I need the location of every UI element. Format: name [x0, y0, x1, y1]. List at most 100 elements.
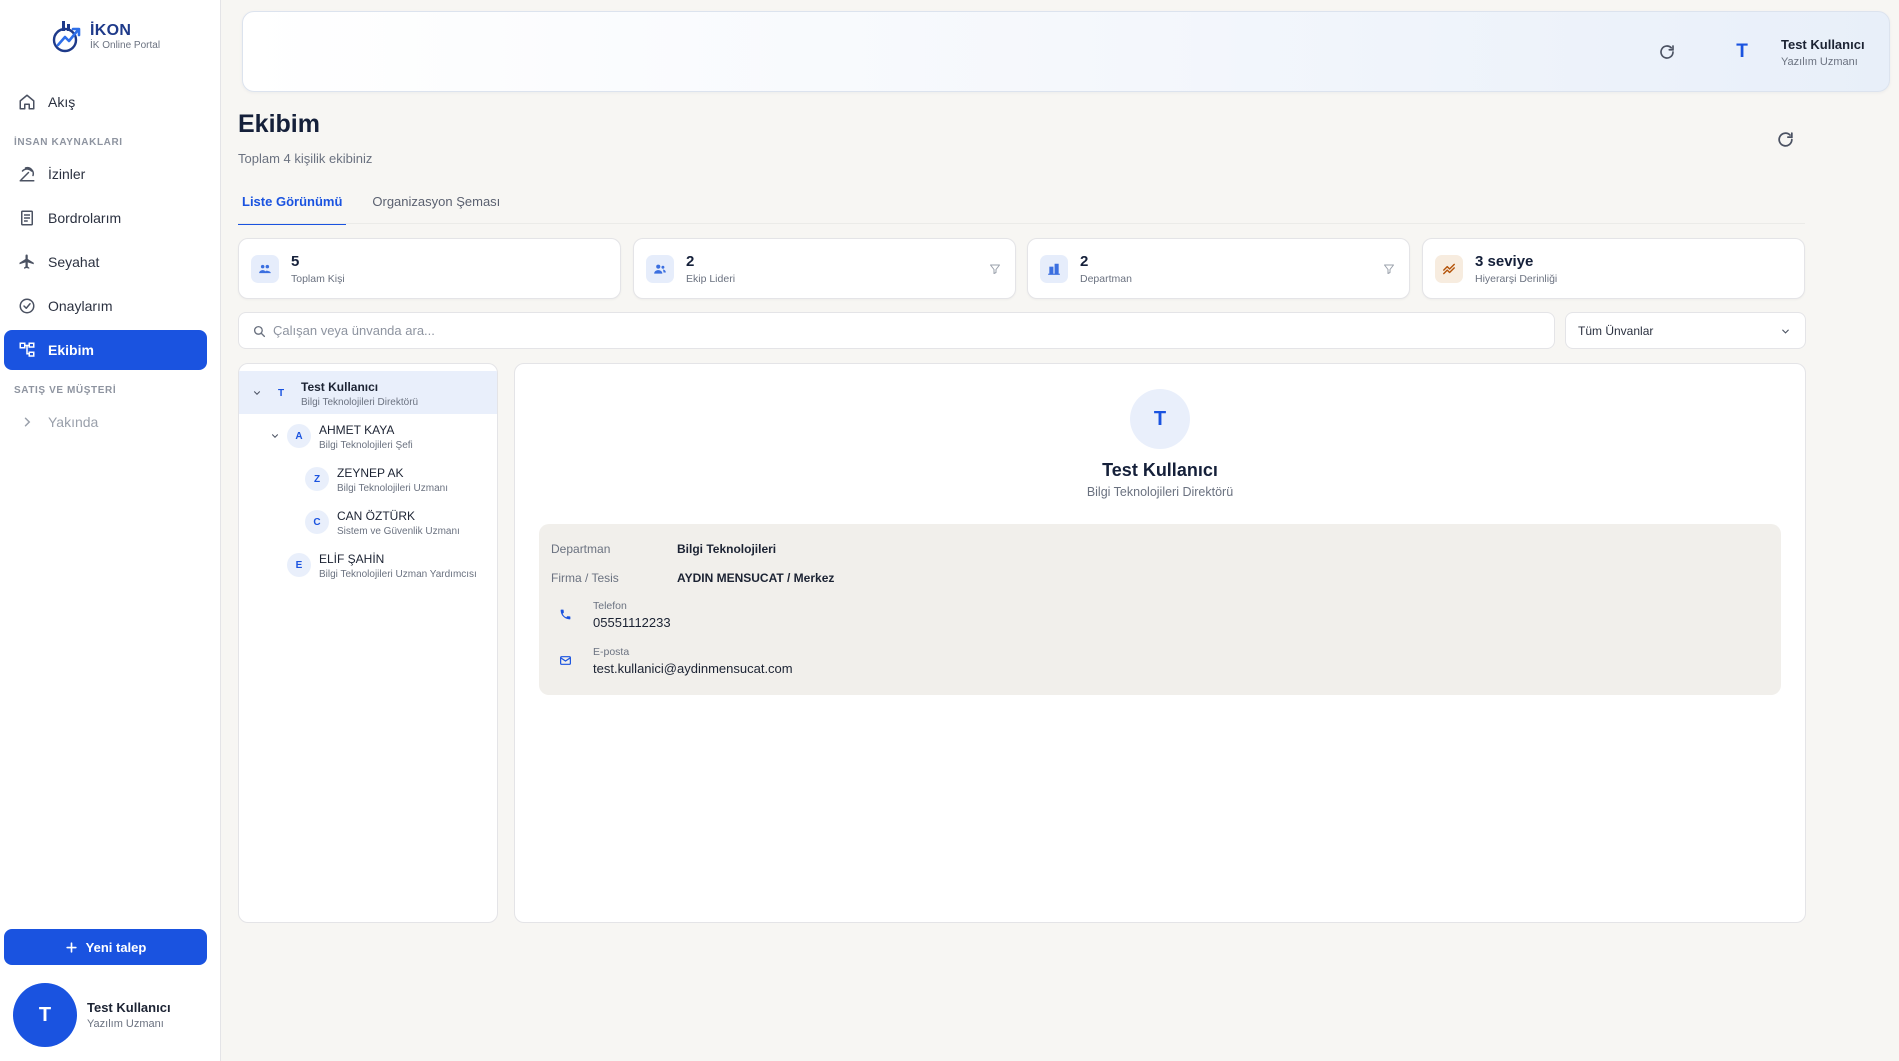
brand-subtitle: İK Online Portal: [90, 40, 161, 51]
tab-org-chart[interactable]: Organizasyon Şeması: [368, 190, 504, 225]
sidebar-item-label: Akış: [48, 94, 76, 110]
sidebar-item-izinler[interactable]: İzinler: [4, 154, 207, 194]
sidebar-user-name: Test Kullanıcı: [87, 1000, 171, 1015]
check-circle-icon: [18, 297, 36, 315]
detail-info-card: Departman Bilgi Teknolojileri Firma / Te…: [539, 524, 1781, 695]
sidebar-item-label: Yakında: [48, 414, 99, 430]
avatar: A: [287, 424, 311, 448]
filter-icon[interactable]: [989, 263, 1001, 275]
header-user-name: Test Kullanıcı: [1781, 37, 1865, 52]
tree-node[interactable]: C CAN ÖZTÜRK Sistem ve Güvenlik Uzmanı: [239, 500, 497, 543]
sidebar: İKON İK Online Portal Akış İNSAN KAYNAKL…: [0, 0, 221, 1061]
sidebar-item-bordrolarim[interactable]: Bordrolarım: [4, 198, 207, 238]
tree-node-name: AHMET KAYA: [319, 423, 395, 437]
filter-icon[interactable]: [1383, 263, 1395, 275]
stat-value: 3 seviye: [1475, 253, 1534, 270]
detail-role: Bilgi Teknolojileri Direktörü: [1086, 485, 1234, 499]
stat-label: Ekip Lideri: [686, 273, 736, 285]
refresh-icon[interactable]: [1776, 130, 1795, 149]
brand-logo-icon: [50, 18, 84, 56]
page-subtitle: Toplam 4 kişilik ekibiniz: [238, 151, 373, 166]
detail-name: Test Kullanıcı: [1102, 460, 1218, 480]
stat-label: Toplam Kişi: [291, 273, 345, 285]
department-value: Bilgi Teknolojileri: [677, 542, 777, 556]
tree-node-role: Bilgi Teknolojileri Uzmanı: [337, 483, 448, 494]
org-chart-icon: [18, 341, 36, 359]
chevron-right-icon: [18, 413, 36, 431]
brand-name: İKON: [90, 22, 132, 39]
tree-node-name: ZEYNEP AK: [337, 466, 404, 480]
sidebar-item-seyahat[interactable]: Seyahat: [4, 242, 207, 282]
search-input[interactable]: [273, 313, 1543, 348]
stat-card-hierarchy: 3 seviye Hiyerarşi Derinliği: [1422, 238, 1805, 299]
sidebar-item-label: Seyahat: [48, 254, 100, 270]
avatar: C: [305, 510, 329, 534]
brand[interactable]: İKON İK Online Portal: [50, 18, 160, 56]
phone-value[interactable]: 05551112233: [593, 615, 671, 630]
stat-label: Hiyerarşi Derinliği: [1475, 273, 1558, 285]
header-avatar[interactable]: T: [1725, 35, 1759, 69]
avatar: Z: [305, 467, 329, 491]
sidebar-item-akis[interactable]: Akış: [4, 82, 207, 122]
sidebar-item-yakinda[interactable]: Yakında: [4, 402, 207, 442]
tree-node-name: ELİF ŞAHİN: [319, 552, 385, 566]
sidebar-user[interactable]: T Test Kullanıcı Yazılım Uzmanı: [13, 983, 171, 1047]
sidebar-item-label: Ekibim: [48, 342, 94, 358]
page-title: Ekibim: [238, 110, 320, 138]
view-tabs: Liste Görünümü Organizasyon Şeması: [238, 190, 526, 225]
phone-label: Telefon: [593, 600, 627, 612]
header-user-role: Yazılım Uzmanı: [1781, 56, 1858, 68]
top-header: T Test Kullanıcı Yazılım Uzmanı: [242, 11, 1890, 92]
refresh-icon[interactable]: [1658, 43, 1676, 61]
email-value[interactable]: test.kullanici@aydinmensucat.com: [593, 661, 793, 676]
email-label: E-posta: [593, 646, 630, 658]
sidebar-user-role: Yazılım Uzmanı: [87, 1018, 164, 1030]
team-leader-icon: [646, 255, 674, 283]
tree-node-role: Bilgi Teknolojileri Uzman Yardımcısı: [319, 569, 477, 580]
tree-node[interactable]: E ELİF ŞAHİN Bilgi Teknolojileri Uzman Y…: [239, 543, 497, 586]
phone-icon: [551, 600, 579, 628]
sidebar-item-label: İzinler: [48, 166, 86, 182]
chevron-down-icon: [1780, 326, 1791, 337]
sidebar-section-sales: SATIŞ VE MÜŞTERİ: [14, 385, 117, 396]
avatar: T: [13, 983, 77, 1047]
company-label: Firma / Tesis: [551, 571, 619, 585]
stat-card-team-leaders[interactable]: 2 Ekip Lideri: [633, 238, 1016, 299]
employee-detail-panel: T Test Kullanıcı Bilgi Teknolojileri Dir…: [514, 363, 1806, 923]
department-label: Departman: [551, 542, 611, 556]
header-user[interactable]: Test Kullanıcı Yazılım Uzmanı: [1781, 37, 1865, 68]
new-request-button[interactable]: Yeni talep: [4, 929, 207, 965]
home-icon: [18, 93, 36, 111]
tree-node[interactable]: T Test Kullanıcı Bilgi Teknolojileri Dir…: [239, 371, 497, 414]
search-box: [238, 312, 1555, 349]
plus-icon: [65, 941, 78, 954]
tree-node-role: Sistem ve Güvenlik Uzmanı: [337, 526, 460, 537]
plane-icon: [18, 253, 36, 271]
beach-icon: [18, 165, 36, 183]
chevron-down-icon[interactable]: [270, 431, 280, 441]
sidebar-item-label: Onaylarım: [48, 298, 113, 314]
chevron-down-icon[interactable]: [252, 388, 262, 398]
tree-node-role: Bilgi Teknolojileri Direktörü: [301, 397, 419, 408]
sidebar-item-ekibim[interactable]: Ekibim: [4, 330, 207, 370]
tree-node[interactable]: Z ZEYNEP AK Bilgi Teknolojileri Uzmanı: [239, 457, 497, 500]
hierarchy-icon: [1435, 255, 1463, 283]
sidebar-item-label: Bordrolarım: [48, 210, 122, 226]
new-request-label: Yeni talep: [85, 939, 147, 955]
avatar: T: [277, 387, 285, 399]
tree-node-role: Bilgi Teknolojileri Şefi: [319, 440, 413, 451]
receipt-icon: [18, 209, 36, 227]
users-icon: [251, 255, 279, 283]
stat-value: 2: [686, 253, 695, 270]
tree-node-name: Test Kullanıcı: [301, 380, 379, 394]
team-tree: T Test Kullanıcı Bilgi Teknolojileri Dir…: [238, 363, 498, 923]
stat-card-total: 5 Toplam Kişi: [238, 238, 621, 299]
tab-list-view[interactable]: Liste Görünümü: [238, 190, 347, 225]
tree-node[interactable]: A AHMET KAYA Bilgi Teknolojileri Şefi: [239, 414, 497, 457]
sidebar-item-onaylarim[interactable]: Onaylarım: [4, 286, 207, 326]
title-filter-select[interactable]: Tüm Ünvanlar: [1565, 312, 1806, 349]
title-filter-value: Tüm Ünvanlar: [1578, 324, 1654, 338]
stat-card-departments[interactable]: 2 Departman: [1027, 238, 1410, 299]
building-icon: [1040, 255, 1068, 283]
stat-label: Departman: [1080, 273, 1132, 285]
